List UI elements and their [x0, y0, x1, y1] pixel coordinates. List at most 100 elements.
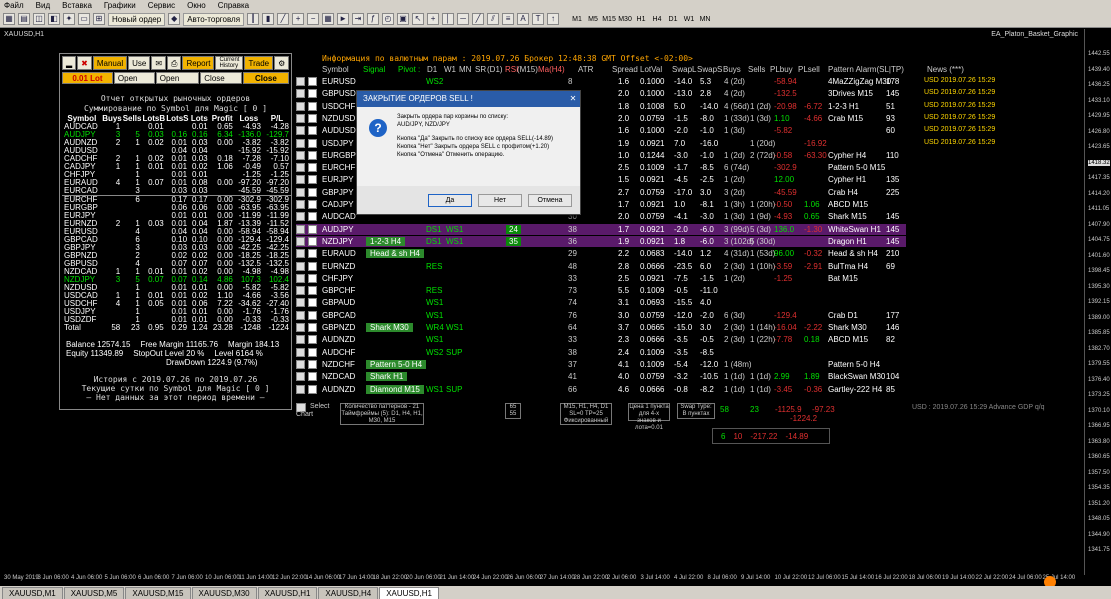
select-checkbox[interactable]	[308, 310, 317, 320]
tester-icon[interactable]: ⊞	[93, 13, 105, 25]
text-icon[interactable]: A	[517, 13, 530, 25]
channel-icon[interactable]: ⫽	[487, 13, 500, 25]
chart-icon[interactable]	[296, 113, 305, 123]
select-checkbox[interactable]	[308, 163, 317, 173]
open-buy-button[interactable]: Open BUY	[113, 72, 155, 94]
minimize-icon[interactable]: ▂	[62, 56, 77, 70]
currency-row[interactable]: EURAUD Head & sh H4 29 2.2 0.0683 -14.0 1.2 4 (…	[296, 248, 906, 259]
select-checkbox[interactable]	[308, 175, 317, 185]
currency-row[interactable]: GBPCHF RES 73 5.5 0.1009 -0.5 -11.0	[296, 285, 906, 296]
chart-icon[interactable]	[296, 224, 305, 234]
currency-row[interactable]: AUDCHF WS2 SUP 38 2.4 0.1009 -3.5 -8.5	[296, 347, 906, 358]
menu-item[interactable]: Сервис	[148, 1, 175, 10]
chart-icon[interactable]	[296, 323, 305, 332]
use-button[interactable]: Use	[128, 56, 151, 70]
chart-icon[interactable]	[296, 77, 305, 86]
select-checkbox[interactable]	[308, 273, 317, 283]
new-chart-icon[interactable]: ▦	[3, 13, 15, 25]
zoom-in-icon[interactable]: +	[292, 13, 305, 25]
chart-icon[interactable]	[296, 200, 305, 209]
menu-item[interactable]: Файл	[4, 1, 24, 10]
chart-icon[interactable]	[296, 286, 305, 296]
select-checkbox[interactable]	[308, 224, 317, 234]
select-checkbox[interactable]	[308, 200, 317, 209]
select-checkbox[interactable]	[308, 113, 317, 123]
chart-tab[interactable]: XAUUSD,M30	[191, 587, 257, 599]
chart-tab[interactable]: XAUUSD,M15	[125, 587, 191, 599]
trade-button[interactable]: Trade	[244, 56, 274, 70]
chart-icon[interactable]	[296, 163, 305, 173]
chart-icon[interactable]	[296, 212, 305, 222]
select-checkbox[interactable]	[308, 89, 317, 99]
autoscroll-icon[interactable]: ►	[337, 13, 350, 25]
chart-tab[interactable]: XAUUSD,M1	[2, 587, 63, 599]
chart-icon[interactable]	[296, 101, 305, 111]
timeframe-button[interactable]: M1	[570, 16, 584, 23]
select-checkbox[interactable]	[308, 77, 317, 86]
hline-icon[interactable]: ─	[457, 13, 470, 25]
no-button[interactable]: Нет	[478, 193, 522, 207]
manual-button[interactable]: Manual	[92, 56, 128, 70]
select-checkbox[interactable]	[308, 372, 317, 382]
market-watch-icon[interactable]: ◫	[33, 13, 45, 25]
timeframe-button[interactable]: M30	[618, 16, 632, 23]
select-checkbox[interactable]	[308, 261, 317, 271]
timeframe-button[interactable]: D1	[666, 16, 680, 23]
select-checkbox[interactable]	[308, 126, 317, 136]
select-checkbox[interactable]	[308, 359, 317, 369]
select-checkbox[interactable]	[308, 101, 317, 111]
navigator-icon[interactable]: ✦	[63, 13, 75, 25]
currency-row[interactable]: EURUSD WS2 8 1.6 0.1000 -14.0 5.3 4 (2d) -58.94 4…	[296, 76, 906, 87]
select-checkbox[interactable]	[308, 384, 317, 394]
screenshot-icon[interactable]: ⎙	[167, 56, 182, 70]
select-checkbox[interactable]	[308, 236, 317, 246]
mail-icon[interactable]: ✉	[151, 56, 167, 70]
chart-icon[interactable]	[296, 384, 305, 394]
report-button[interactable]: Report	[182, 56, 215, 70]
timeframe-button[interactable]: M15	[602, 16, 616, 23]
chart-tab[interactable]: XAUUSD,H1	[257, 587, 318, 599]
new-order-button[interactable]: Новый ордер	[108, 12, 166, 26]
select-checkbox[interactable]	[308, 187, 317, 197]
current-history-button[interactable]: Current History	[215, 56, 244, 70]
timeframe-button[interactable]: W1	[682, 16, 696, 23]
timeframe-button[interactable]: M5	[586, 16, 600, 23]
autotrade-button[interactable]: Авто-торговля	[183, 12, 245, 26]
chart-icon[interactable]	[296, 126, 305, 136]
shift-icon[interactable]: ⇥	[352, 13, 365, 25]
arrows-icon[interactable]: ↑	[547, 13, 560, 25]
menu-item[interactable]: Вставка	[62, 1, 92, 10]
chart-icon[interactable]	[296, 298, 305, 308]
terminal-icon[interactable]: ▭	[78, 13, 90, 25]
cancel-button[interactable]: Отмена	[528, 193, 572, 207]
chart-icon[interactable]	[296, 310, 305, 320]
chart-icon[interactable]	[296, 89, 305, 99]
chart-icon[interactable]	[296, 138, 305, 148]
chart-icon[interactable]	[296, 187, 305, 197]
data-window-icon[interactable]: ◧	[48, 13, 60, 25]
timeframe-button[interactable]: H4	[650, 16, 664, 23]
chart-tab[interactable]: XAUUSD,H1	[379, 587, 440, 599]
currency-row[interactable]: NZDJPY 1-2-3 H4 DS1 WS1 35 36 1.9 0.0921 1.8 -6.0…	[296, 235, 906, 247]
chart-icon[interactable]	[296, 150, 305, 160]
chart-tab[interactable]: XAUUSD,M5	[63, 587, 125, 599]
select-checkbox[interactable]	[308, 286, 317, 296]
line-chart-icon[interactable]: ╱	[277, 13, 290, 25]
menu-item[interactable]: Вид	[36, 1, 50, 10]
open-sell-button[interactable]: Open SELL	[155, 72, 200, 94]
menu-item[interactable]: Графики	[104, 1, 136, 10]
timeframe-button[interactable]: MN	[698, 16, 712, 23]
trendline-icon[interactable]: ╱	[472, 13, 485, 25]
currency-row[interactable]: NZDCAD Shark H1 41 4.0 0.0759 -3.2 -10.5 1 (1d)…	[296, 371, 906, 382]
chart-icon[interactable]	[296, 273, 305, 283]
crosshair-icon[interactable]: +	[427, 13, 440, 25]
select-checkbox[interactable]	[308, 335, 317, 345]
select-checkbox[interactable]	[308, 249, 317, 259]
menu-item[interactable]: Справка	[218, 1, 249, 10]
chart-icon[interactable]	[296, 359, 305, 369]
chart-icon[interactable]	[296, 249, 305, 259]
cursor-icon[interactable]: ↖	[412, 13, 425, 25]
settings-icon[interactable]: ⚙	[274, 56, 290, 70]
select-checkbox[interactable]	[308, 212, 317, 222]
chart-icon[interactable]	[296, 335, 305, 345]
